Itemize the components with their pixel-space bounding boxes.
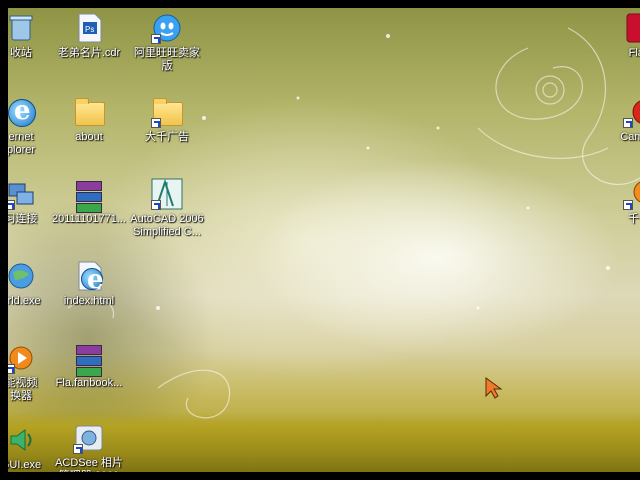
desktop-icon-index-html[interactable]: index.html — [50, 260, 128, 308]
acdsee-icon — [73, 422, 105, 454]
icon-label: 阿里旺旺卖家 版 — [134, 47, 200, 72]
icon-label: AutoCAD 2006 Simplified C... — [130, 213, 204, 238]
icon-label: CamRa — [620, 131, 640, 143]
icon-label: about — [75, 131, 103, 143]
aliwangwang-icon — [151, 12, 183, 44]
desktop-icon-daqian-folder[interactable]: 大千广告 — [128, 96, 206, 144]
winrar-archive-icon — [73, 178, 105, 213]
mouse-cursor-icon — [485, 377, 503, 399]
internet-explorer-icon — [8, 96, 37, 128]
icon-label: 大千广告 — [145, 131, 189, 143]
icon-label: index.html — [63, 295, 115, 307]
desktop-icon-flash[interactable]: Flas — [600, 12, 640, 60]
wallpaper-swirls — [67, 27, 640, 419]
globe-icon — [8, 260, 37, 292]
photoshop-file-icon: Ps — [73, 12, 105, 44]
folder-icon — [73, 96, 105, 128]
network-connection-icon — [8, 178, 37, 210]
desktop-background: 收站 ernet plorer 习连接 orld.exe 能视频 换器 GUI.… — [8, 8, 640, 472]
flash-icon — [623, 12, 640, 44]
autocad-icon — [151, 178, 183, 210]
winrar-archive-icon — [73, 342, 105, 377]
desktop-icon-autocad[interactable]: AutoCAD 2006 Simplified C... — [128, 178, 206, 239]
desktop-icon-camrecorder[interactable]: CamRa — [600, 96, 640, 144]
icon-label: 20111101771... — [51, 213, 126, 225]
html-file-icon — [73, 260, 105, 295]
desktop-icon-ttplayer[interactable]: 千千 — [600, 178, 640, 226]
icon-label: 老弟名片.cdr — [57, 47, 121, 59]
desktop-icon-acdsee[interactable]: ACDSee 相片 管理器 2009 — [50, 422, 128, 472]
icon-label: 千千 — [628, 213, 640, 225]
svg-text:Ps: Ps — [85, 25, 94, 34]
desktop-icon-about-folder[interactable]: about — [50, 96, 128, 144]
desktop-icon-aliwangwang[interactable]: 阿里旺旺卖家 版 — [128, 12, 206, 73]
recycle-bin-icon — [8, 12, 37, 44]
music-player-icon — [623, 178, 640, 210]
video-converter-icon — [8, 342, 37, 374]
icon-label: ACDSee 相片 管理器 2009 — [55, 457, 123, 472]
icon-label: Fla.fanbook... — [55, 377, 123, 389]
camera-recorder-icon — [623, 96, 640, 128]
icon-label: Flas — [628, 47, 640, 59]
desktop-icon-rar-archive[interactable]: 20111101771... — [50, 178, 128, 226]
folder-shortcut-icon — [151, 96, 183, 128]
desktop-icon-cdr-file[interactable]: Ps 老弟名片.cdr — [50, 12, 128, 60]
desktop-icon-fanbook-archive[interactable]: Fla.fanbook... — [50, 342, 128, 390]
speaker-icon — [8, 424, 37, 456]
